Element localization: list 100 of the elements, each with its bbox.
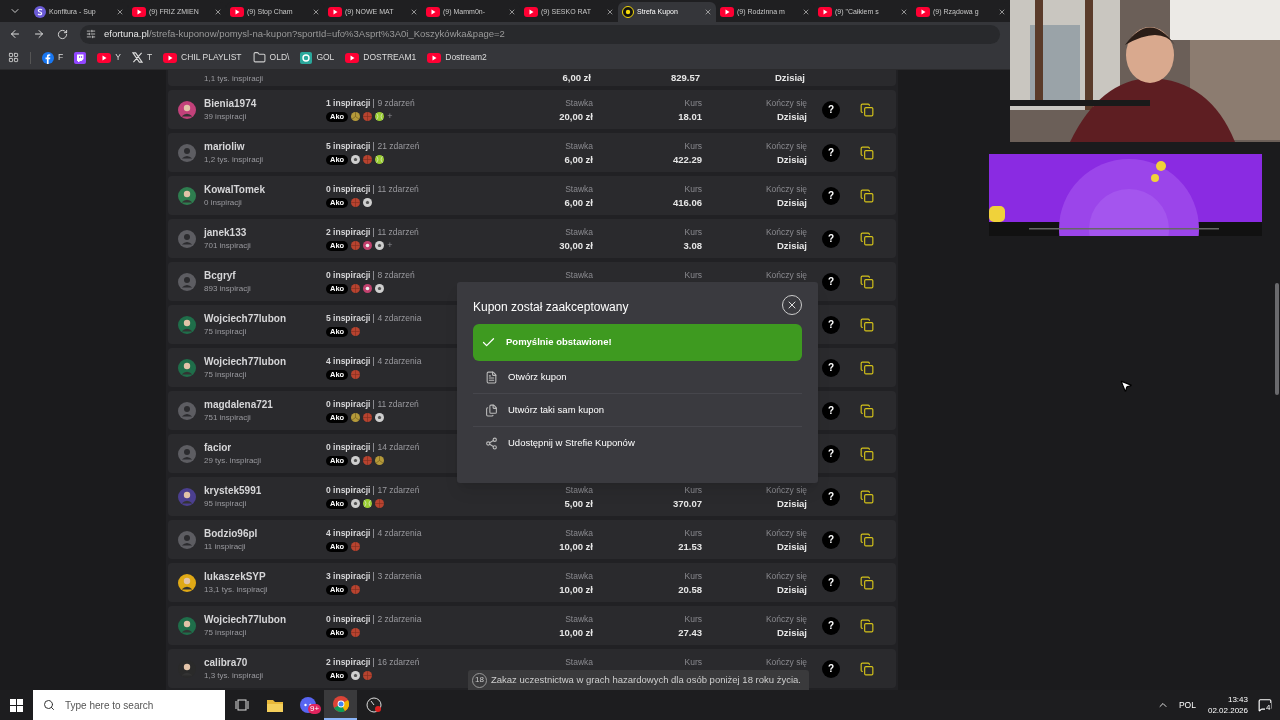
column-label: Stawka — [565, 182, 593, 196]
column-value: 18.01 — [678, 109, 702, 123]
inspiration-count: 701 inspiracji — [204, 239, 252, 252]
column-label: Kurs — [684, 225, 702, 239]
event-count: 4 zdarzenia — [377, 527, 422, 540]
column-label: Kończy się — [765, 182, 807, 196]
column-value: Dzisiaj — [776, 109, 807, 123]
column-label: Kurs — [684, 655, 702, 669]
column-label: Kurs — [684, 268, 702, 282]
inspiration-count: 75 inspiracji — [204, 325, 248, 338]
inspiration-count: 1 inspiracji — [326, 97, 371, 110]
success-banner: Pomyślnie obstawione! — [473, 324, 802, 361]
inspiration-count: 2 inspiracji — [326, 656, 371, 669]
event-count: 14 zdarzeń — [377, 441, 420, 454]
event-count: 17 zdarzeń — [377, 484, 420, 497]
more-sports: + — [387, 241, 393, 251]
column-value: Dzisiaj — [776, 625, 807, 639]
inspiration-count: 5 inspiracji — [326, 140, 371, 153]
column-value: 27.43 — [678, 625, 702, 639]
event-count: 11 zdarzeń — [377, 398, 419, 411]
inspiration-count: 13,1 tys. inspiracji — [204, 583, 269, 596]
column-value: 20,00 zł — [559, 109, 593, 123]
inspiration-count: 29 tys. inspiracji — [204, 454, 262, 467]
column-label: Stawka — [565, 139, 593, 153]
inspiration-count: 0 inspiracji — [326, 183, 371, 196]
column-label: Kurs — [684, 139, 702, 153]
column-value: 6,00 zł — [561, 70, 591, 85]
more-sports: + — [387, 112, 393, 122]
inspiration-count: 1,3 tys. inspiracji — [204, 669, 265, 682]
column-label: Stawka — [565, 225, 593, 239]
event-count: 2 zdarzenia — [377, 613, 422, 626]
event-count: 4 zdarzenia — [377, 312, 422, 325]
column-value: 6,00 zł — [564, 152, 593, 166]
column-value: Dzisiaj — [776, 539, 807, 553]
inspiration-count: 751 inspiracji — [204, 411, 252, 424]
column-value: 20.58 — [678, 582, 702, 596]
column-label: Kończy się — [765, 225, 807, 239]
column-label: Stawka — [565, 569, 593, 583]
event-count: 11 zdarzeń — [377, 183, 419, 196]
inspiration-count: 39 inspiracji — [204, 110, 248, 123]
event-count: 9 zdarzeń — [377, 97, 415, 110]
column-label: Kurs — [684, 526, 702, 540]
column-label: Kurs — [684, 483, 702, 497]
event-count: 16 zdarzeń — [377, 656, 420, 669]
inspiration-count: 95 inspiracji — [204, 497, 248, 510]
notification-badge: 9+ — [308, 704, 322, 714]
column-value: Dzisiaj — [776, 152, 807, 166]
column-value: 416.06 — [672, 195, 702, 209]
inspiration-count: 1,2 tys. inspiracji — [204, 153, 265, 166]
column-label: Kończy się — [765, 139, 807, 153]
event-count: 8 zdarzeń — [377, 269, 415, 282]
column-label: Kończy się — [765, 268, 807, 282]
column-value: Dzisiaj — [773, 70, 805, 85]
column-label: Kończy się — [765, 655, 807, 669]
event-count: 11 zdarzeń — [377, 226, 419, 239]
inspiration-count: 893 inspiracji — [204, 282, 252, 295]
column-value: 370.07 — [672, 496, 702, 510]
column-label: Stawka — [565, 612, 593, 626]
column-label: Stawka — [565, 483, 593, 497]
age-notice-toast: 18 Zakaz uczestnictwa w grach hazardowych dla osób poniżej 18 roku życia. — [468, 670, 809, 690]
inspiration-count: 4 inspiracji — [326, 527, 371, 540]
column-value: Dzisiaj — [776, 238, 807, 252]
inspiration-count: 0 inspiracji — [326, 484, 371, 497]
column-value: Dzisiaj — [776, 195, 807, 209]
column-label: Kurs — [684, 612, 702, 626]
inspiration-count: 0 inspiracji — [326, 441, 371, 454]
inspiration-count: 0 inspiracji — [204, 196, 243, 209]
inspiration-count: 4 inspiracji — [326, 355, 371, 368]
column-label: Stawka — [565, 96, 593, 110]
column-label: Kończy się — [765, 96, 807, 110]
column-value: 21.53 — [678, 539, 702, 553]
inspiration-count: 1,1 tys. inspiracji — [204, 73, 265, 85]
column-value: 5,00 zł — [564, 496, 593, 510]
column-value: Dzisiaj — [776, 496, 807, 510]
event-count: 21 zdarzeń — [377, 140, 420, 153]
notification-count: 4 — [1265, 703, 1272, 712]
column-label: Kurs — [684, 569, 702, 583]
column-value: 3.08 — [683, 238, 702, 252]
column-label: Stawka — [565, 655, 593, 669]
column-value: Dzisiaj — [776, 582, 807, 596]
column-value: 10,00 zł — [559, 582, 593, 596]
inspiration-count: 75 inspiracji — [204, 368, 248, 381]
column-label: Kurs — [684, 182, 702, 196]
inspiration-count: 0 inspiracji — [326, 398, 371, 411]
column-label: Kończy się — [765, 569, 807, 583]
inspiration-count: 5 inspiracji — [326, 312, 371, 325]
inspiration-count: 0 inspiracji — [326, 613, 371, 626]
inspiration-count: 11 inspiracji — [204, 540, 247, 553]
event-count: 4 zdarzenia — [377, 355, 422, 368]
inspiration-count: 3 inspiracji — [326, 570, 371, 583]
column-value: 829.57 — [669, 70, 700, 85]
column-value: 10,00 zł — [559, 539, 593, 553]
dialog-title: Kupon został zaakceptowany — [473, 299, 629, 316]
column-label: Stawka — [565, 526, 593, 540]
column-value: 10,00 zł — [559, 625, 593, 639]
inspiration-count: 2 inspiracji — [326, 226, 371, 239]
column-label: Kończy się — [765, 612, 807, 626]
inspiration-count: 0 inspiracji — [326, 269, 371, 282]
column-label: Kończy się — [765, 526, 807, 540]
column-label: Kurs — [684, 96, 702, 110]
